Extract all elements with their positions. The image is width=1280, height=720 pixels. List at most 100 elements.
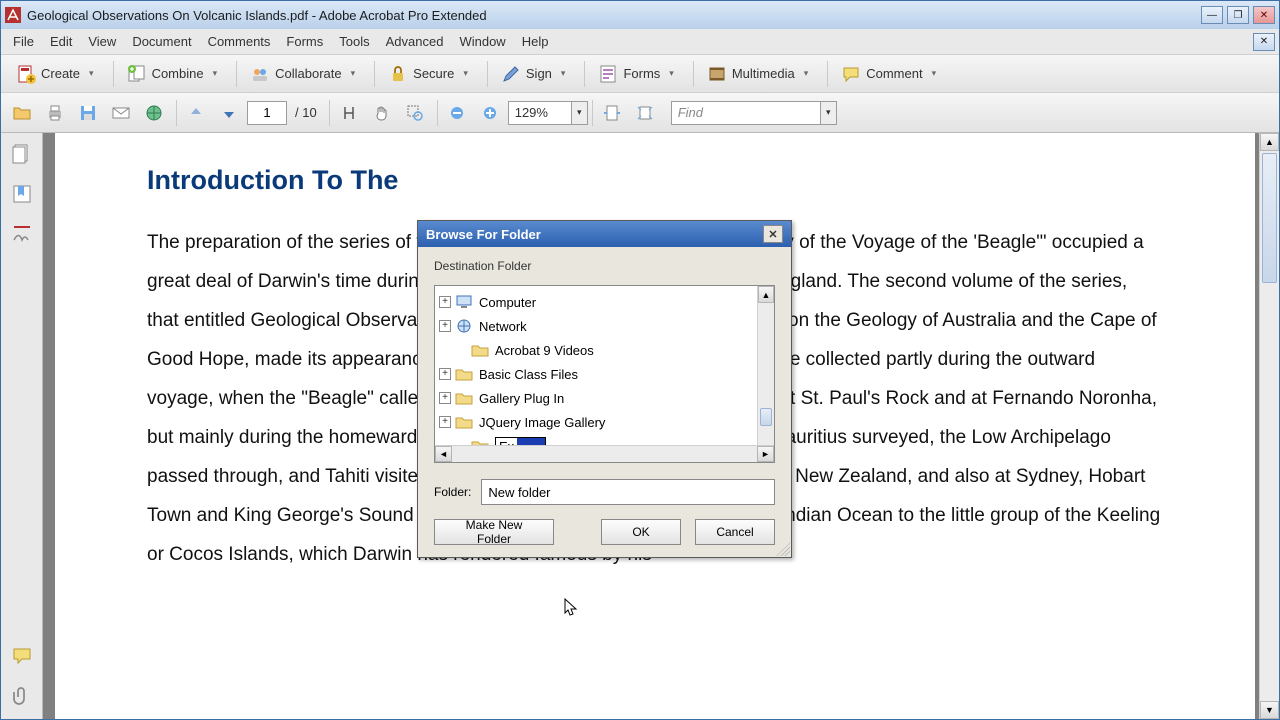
menubar: File Edit View Document Comments Forms T… bbox=[1, 29, 1279, 55]
menu-view[interactable]: View bbox=[80, 31, 124, 52]
dialog-titlebar[interactable]: Browse For Folder ✕ bbox=[418, 221, 791, 247]
cancel-button[interactable]: Cancel bbox=[695, 519, 775, 545]
dialog-close-button[interactable]: ✕ bbox=[763, 225, 783, 243]
ok-button[interactable]: OK bbox=[601, 519, 681, 545]
comment-button[interactable]: Comment bbox=[832, 60, 945, 88]
tree-item-label: Computer bbox=[479, 295, 536, 310]
menu-forms[interactable]: Forms bbox=[278, 31, 331, 52]
minus-icon bbox=[449, 105, 465, 121]
minimize-button[interactable]: — bbox=[1201, 6, 1223, 24]
forms-button[interactable]: Forms bbox=[589, 60, 682, 88]
folder-icon bbox=[455, 414, 473, 430]
expander-icon[interactable]: + bbox=[439, 416, 451, 428]
expander-icon[interactable]: + bbox=[439, 296, 451, 308]
fit-page-icon bbox=[635, 104, 655, 122]
email-button[interactable] bbox=[106, 99, 136, 127]
scroll-thumb[interactable] bbox=[1262, 153, 1277, 283]
folder-icon bbox=[455, 366, 473, 382]
tree-item-folder[interactable]: + Basic Class Files bbox=[437, 362, 772, 386]
menu-comments[interactable]: Comments bbox=[200, 31, 279, 52]
doc-close-button[interactable]: ✕ bbox=[1253, 33, 1275, 51]
menu-document[interactable]: Document bbox=[124, 31, 199, 52]
tree-item-folder[interactable]: Acrobat 9 Videos bbox=[437, 338, 772, 362]
zoom-in-button[interactable] bbox=[475, 99, 505, 127]
prev-page-button[interactable] bbox=[181, 99, 211, 127]
menu-help[interactable]: Help bbox=[514, 31, 557, 52]
page-number-input[interactable] bbox=[247, 101, 287, 125]
folder-tree[interactable]: + Computer + Network Acrobat 9 Videos + bbox=[434, 285, 775, 463]
marquee-zoom-tool[interactable] bbox=[400, 99, 430, 127]
folder-icon bbox=[471, 342, 489, 358]
create-icon bbox=[16, 64, 36, 84]
multimedia-button[interactable]: Multimedia bbox=[698, 60, 817, 88]
sign-button[interactable]: Sign bbox=[492, 60, 575, 88]
zoom-value[interactable]: 129% bbox=[508, 101, 572, 125]
zoom-dropdown[interactable]: ▾ bbox=[572, 101, 588, 125]
select-tool[interactable] bbox=[334, 99, 364, 127]
menu-tools[interactable]: Tools bbox=[331, 31, 377, 52]
toolbar-nav: / 10 129% ▾ Find ▾ bbox=[1, 93, 1279, 133]
secure-label: Secure bbox=[413, 66, 454, 81]
next-page-button[interactable] bbox=[214, 99, 244, 127]
find-input[interactable]: Find bbox=[671, 101, 821, 125]
forms-label: Forms bbox=[623, 66, 660, 81]
attachments-panel-icon[interactable] bbox=[11, 685, 33, 707]
maximize-button[interactable]: ❐ bbox=[1227, 6, 1249, 24]
combine-button[interactable]: Combine bbox=[118, 60, 227, 88]
browse-folder-dialog: Browse For Folder ✕ Destination Folder +… bbox=[417, 220, 792, 558]
menu-file[interactable]: File bbox=[5, 31, 42, 52]
expander-icon[interactable]: + bbox=[439, 392, 451, 404]
collaborate-button[interactable]: Collaborate bbox=[241, 60, 364, 88]
find-dropdown[interactable]: ▾ bbox=[821, 101, 837, 125]
arrow-down-icon bbox=[221, 105, 237, 121]
vertical-scrollbar[interactable]: ▲ ▼ bbox=[1259, 133, 1279, 719]
tree-item-network[interactable]: + Network bbox=[437, 314, 772, 338]
acrobat-icon bbox=[5, 7, 21, 23]
folder-open-icon bbox=[12, 103, 32, 123]
scroll-down-icon[interactable]: ▼ bbox=[1260, 701, 1279, 719]
print-button[interactable] bbox=[40, 99, 70, 127]
tree-item-label: Network bbox=[479, 319, 527, 334]
tree-vertical-scrollbar[interactable]: ▲ bbox=[757, 286, 774, 445]
hand-icon bbox=[373, 104, 391, 122]
multimedia-label: Multimedia bbox=[732, 66, 795, 81]
zoom-marquee-icon bbox=[406, 104, 424, 122]
signatures-panel-icon[interactable] bbox=[11, 223, 33, 245]
scroll-left-icon[interactable]: ◄ bbox=[435, 446, 452, 462]
destination-folder-label: Destination Folder bbox=[434, 259, 775, 273]
hand-tool[interactable] bbox=[367, 99, 397, 127]
make-new-folder-button[interactable]: Make New Folder bbox=[434, 519, 554, 545]
globe-icon bbox=[144, 103, 164, 123]
secure-button[interactable]: Secure bbox=[379, 60, 477, 88]
comments-panel-icon[interactable] bbox=[11, 645, 33, 667]
menu-window[interactable]: Window bbox=[451, 31, 513, 52]
menu-advanced[interactable]: Advanced bbox=[378, 31, 452, 52]
create-button[interactable]: Create bbox=[7, 60, 103, 88]
tree-item-folder[interactable]: + JQuery Image Gallery bbox=[437, 410, 772, 434]
text-select-icon bbox=[340, 104, 358, 122]
scroll-up-icon[interactable]: ▲ bbox=[1260, 133, 1279, 151]
lock-icon bbox=[388, 64, 408, 84]
zoom-out-button[interactable] bbox=[442, 99, 472, 127]
pages-panel-icon[interactable] bbox=[11, 143, 33, 165]
tree-item-computer[interactable]: + Computer bbox=[437, 290, 772, 314]
expander-icon[interactable]: + bbox=[439, 320, 451, 332]
expander-icon[interactable]: + bbox=[439, 368, 451, 380]
computer-icon bbox=[455, 294, 473, 310]
resize-grip-icon[interactable] bbox=[776, 542, 790, 556]
bookmarks-panel-icon[interactable] bbox=[11, 183, 33, 205]
folder-name-input[interactable] bbox=[481, 479, 775, 505]
menu-edit[interactable]: Edit bbox=[42, 31, 80, 52]
fit-width-button[interactable] bbox=[597, 99, 627, 127]
open-button[interactable] bbox=[7, 99, 37, 127]
scroll-up-icon[interactable]: ▲ bbox=[758, 286, 774, 303]
fit-page-button[interactable] bbox=[630, 99, 660, 127]
tree-horizontal-scrollbar[interactable]: ◄ ► bbox=[435, 445, 774, 462]
tree-item-folder[interactable]: + Gallery Plug In bbox=[437, 386, 772, 410]
web-button[interactable] bbox=[139, 99, 169, 127]
create-label: Create bbox=[41, 66, 80, 81]
scroll-thumb[interactable] bbox=[760, 408, 772, 426]
save-button[interactable] bbox=[73, 99, 103, 127]
close-button[interactable]: ✕ bbox=[1253, 6, 1275, 24]
scroll-right-icon[interactable]: ► bbox=[757, 446, 774, 462]
